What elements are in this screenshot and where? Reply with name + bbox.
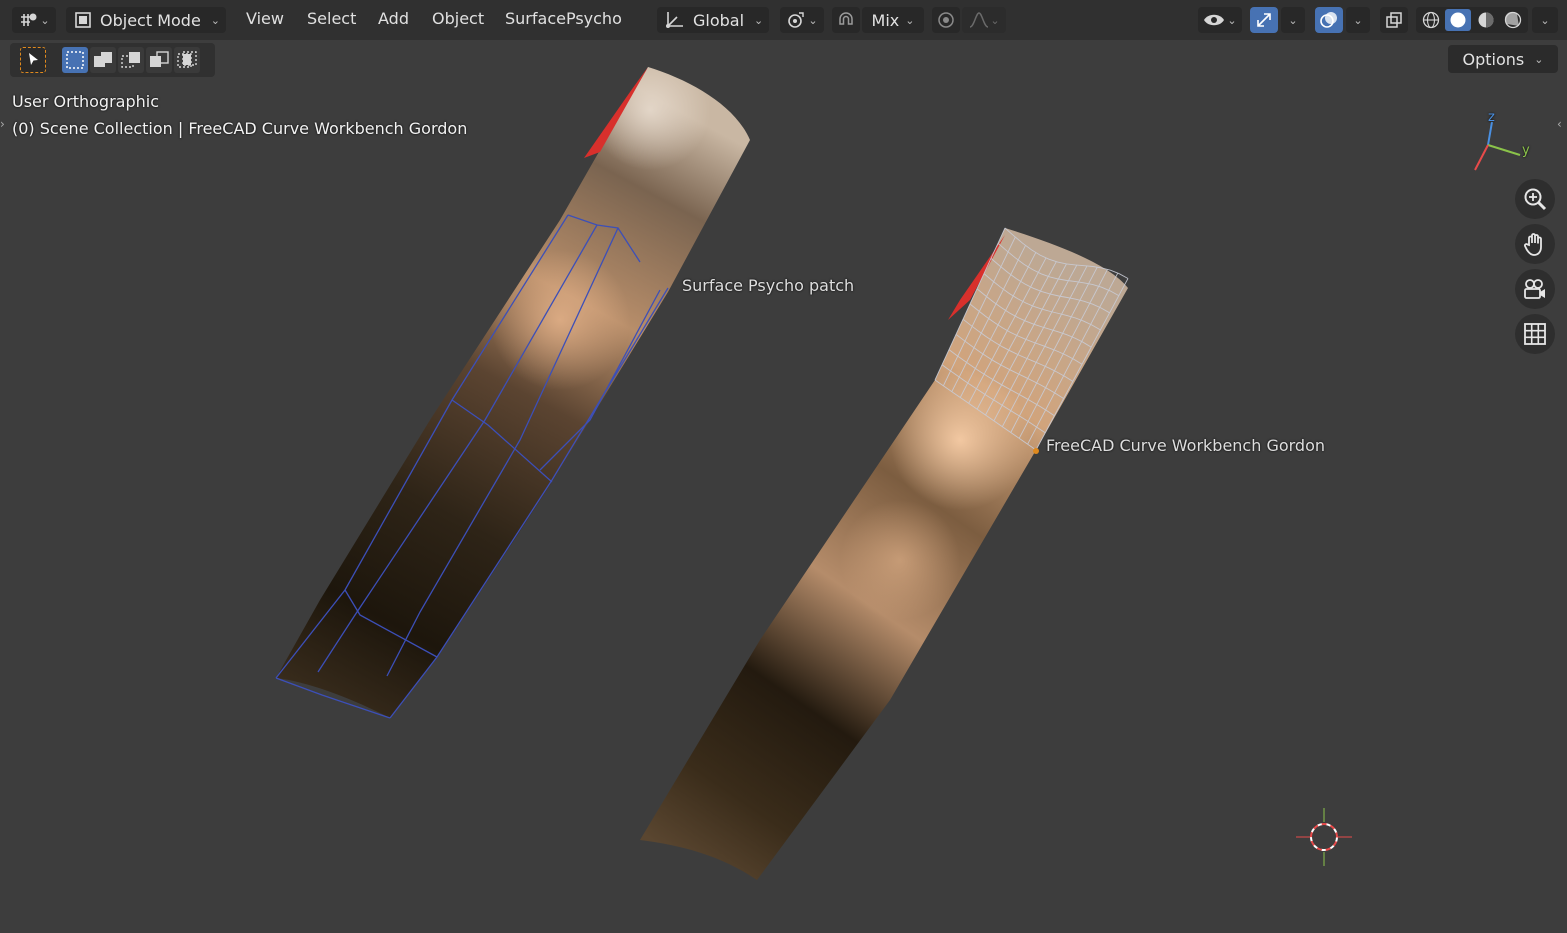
rendered-sphere-icon [1504,11,1522,29]
viewport-header: ⌄ Object Mode ⌄ View Select Add Object S… [0,0,1567,40]
tool-settings-row [10,43,215,77]
orientation-label: Global [693,10,745,30]
view-name: User Orthographic [12,92,160,111]
select-intersect-icon [177,51,197,68]
camera-icon [1524,279,1545,299]
shading-mode-group [1416,7,1528,33]
editor-type-button[interactable]: ⌄ [12,7,56,33]
3d-viewport-icon [21,13,37,26]
rendered-shading-button[interactable] [1500,9,1526,31]
transform-orientation-select[interactable]: Global ⌄ [657,7,769,33]
solid-sphere-icon [1450,12,1466,28]
label-surface-psycho: Surface Psycho patch [682,276,855,295]
axis-label-z: z [1488,110,1495,125]
select-mode-extend-button[interactable] [90,47,116,73]
menu-surfacepsycho[interactable]: SurfacePsycho [505,9,622,28]
xray-icon [1386,12,1402,28]
3d-cursor[interactable] [1296,808,1352,866]
select-extend-icon [94,52,112,67]
mode-select[interactable]: Object Mode ⌄ [66,7,226,33]
wireframe-shading-button[interactable] [1418,9,1444,31]
xray-toggle[interactable] [1380,7,1408,33]
material-shading-button[interactable] [1473,9,1499,31]
orientation-axes-icon [666,12,683,28]
options-label: Options [1462,49,1525,69]
options-dropdown[interactable]: Options ⌄ [1448,45,1558,73]
menu-view[interactable]: View [246,9,284,28]
pivot-point-icon [788,12,805,28]
collection-info: (0) Scene Collection | FreeCAD Curve Wor… [12,119,468,138]
select-subtract-icon [121,52,140,68]
orientation-gizmo[interactable] [1474,121,1521,171]
select-new-icon [66,51,84,69]
3d-viewport[interactable] [0,0,1567,933]
select-mode-subtract-button[interactable] [118,47,144,73]
gizmo-options-dropdown[interactable]: ⌄ [1281,7,1305,33]
freecad-gordon-object[interactable] [640,227,1129,880]
menu-select[interactable]: Select [307,9,356,28]
proportional-edit-toggle[interactable] [932,7,960,33]
overlays-toggle[interactable] [1315,7,1343,33]
grid-icon [1524,323,1546,345]
cursor-arrow-icon [29,53,38,65]
overlays-options-dropdown[interactable]: ⌄ [1346,7,1370,33]
select-mode-new-button[interactable] [62,47,88,73]
select-mode-intersect-button[interactable] [174,47,200,73]
mode-label: Object Mode [100,10,201,30]
select-invert-icon [150,51,169,67]
surface-psycho-object[interactable] [275,67,750,719]
magnifier-plus-icon [1524,188,1547,211]
proportional-edit-icon [938,12,954,28]
gizmo-icon [1257,13,1271,27]
pan-button[interactable] [1515,224,1555,264]
select-mode-invert-button[interactable] [146,47,172,73]
menu-object[interactable]: Object [432,9,484,28]
shading-options-dropdown[interactable]: ⌄ [1532,7,1558,33]
snap-mode-select[interactable]: Mix ⌄ [862,7,924,33]
visibility-select[interactable]: ⌄ [1198,7,1242,33]
perspective-toggle-button[interactable] [1515,314,1555,354]
solid-shading-button[interactable] [1445,9,1472,31]
magnet-icon [839,12,853,25]
toolbar-expand-arrow[interactable]: › [0,110,10,138]
hand-icon [1524,233,1542,256]
object-mode-icon [75,12,91,28]
pivot-point-select[interactable]: ⌄ [780,7,824,33]
menu-add[interactable]: Add [378,9,409,28]
falloff-curve-icon [970,12,989,28]
eye-icon [1204,14,1225,26]
select-tool-button[interactable] [20,47,46,73]
sidebar-expand-arrow[interactable]: ‹ [1557,110,1567,138]
snap-toggle[interactable] [832,7,860,33]
material-sphere-icon [1478,12,1494,28]
zoom-button[interactable] [1515,179,1555,219]
gizmo-toggle[interactable] [1250,7,1278,33]
overlays-icon [1320,12,1337,28]
wireframe-sphere-icon [1422,11,1440,29]
label-freecad-gordon: FreeCAD Curve Workbench Gordon [1046,436,1326,455]
axis-label-y: y [1522,143,1530,158]
freecad-gordon-origin [1033,448,1039,454]
proportional-falloff-select[interactable]: ⌄ [962,7,1006,33]
snap-mode-label: Mix [871,10,900,30]
camera-view-button[interactable] [1515,269,1555,309]
